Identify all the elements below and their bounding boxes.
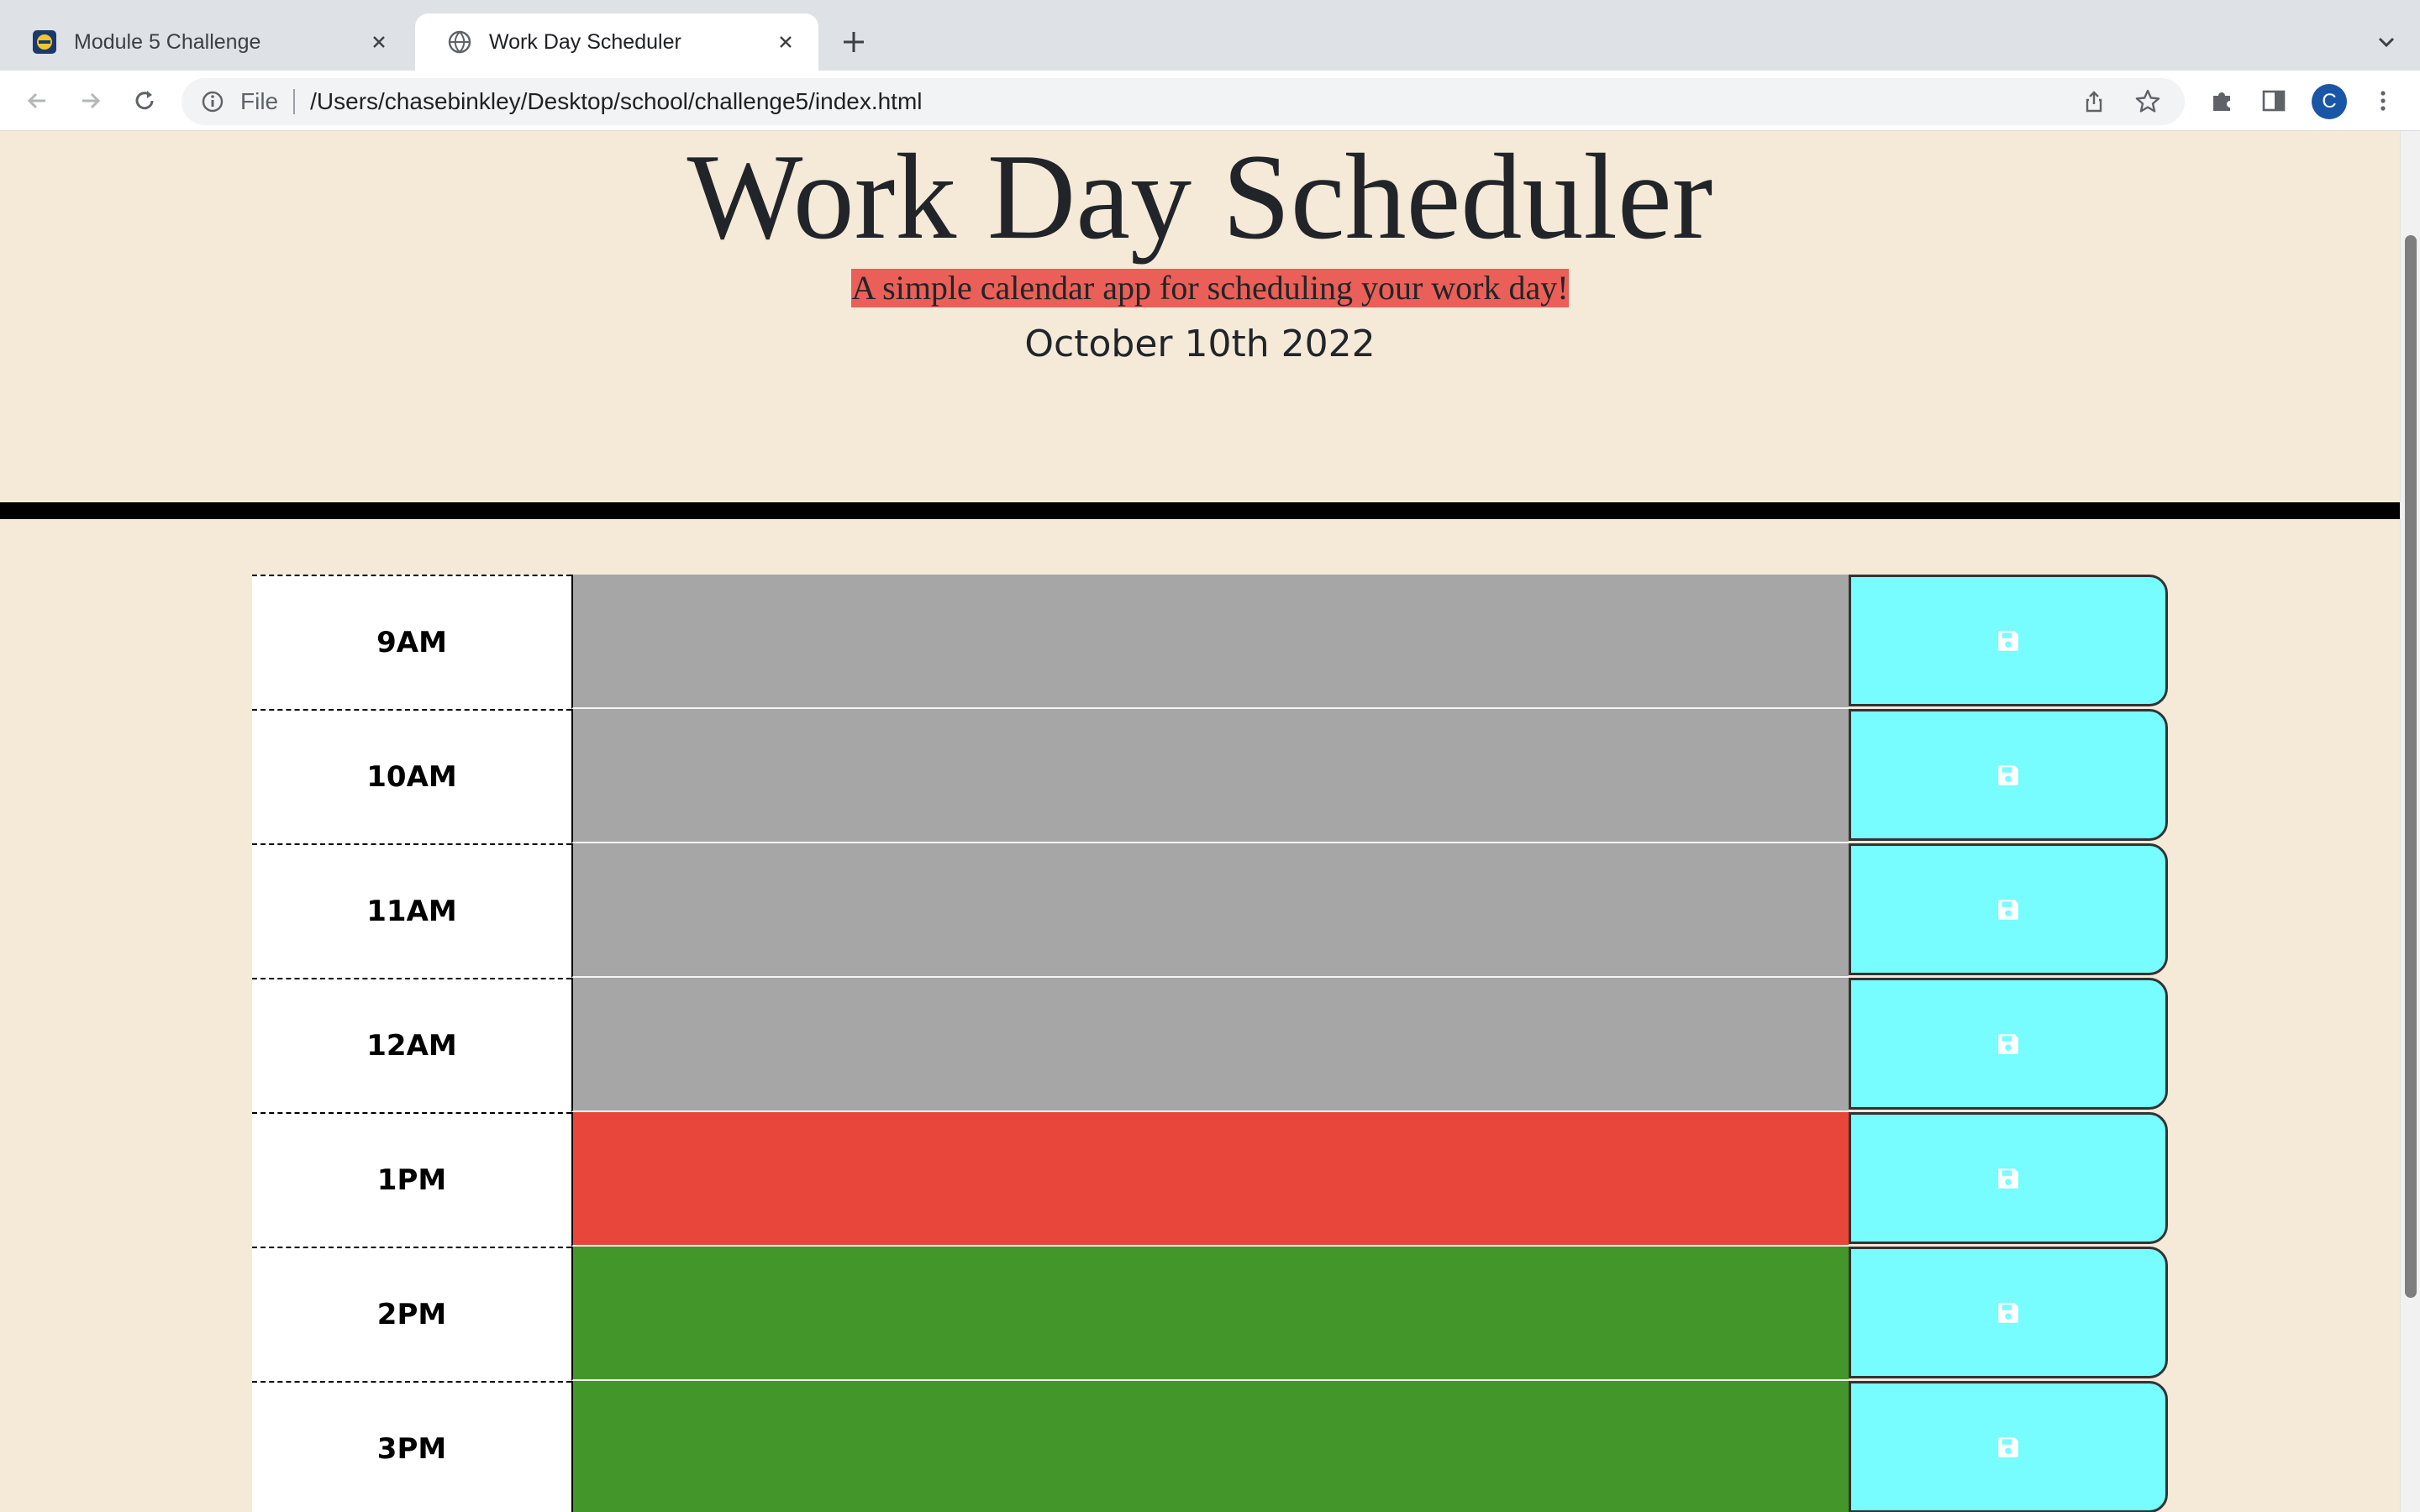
time-block-row: 11AM — [252, 843, 2168, 978]
forward-arrow-icon[interactable] — [74, 84, 108, 118]
event-description-input[interactable] — [571, 709, 1849, 843]
page-title: Work Day Scheduler — [687, 131, 1713, 265]
floppy-disk-icon — [1998, 1033, 2018, 1054]
side-panel-icon[interactable] — [2257, 84, 2291, 118]
save-button[interactable] — [1849, 843, 2168, 975]
tab-work-day-scheduler[interactable]: Work Day Scheduler — [415, 13, 818, 71]
hour-label: 2PM — [252, 1247, 571, 1381]
address-scheme-label: File — [240, 88, 279, 114]
event-description-input[interactable] — [571, 575, 1849, 709]
reload-icon[interactable] — [128, 84, 161, 118]
floppy-disk-icon — [1998, 899, 2018, 920]
time-block-row: 10AM — [252, 709, 2168, 843]
event-description-input[interactable] — [571, 843, 1849, 978]
save-button[interactable] — [1849, 978, 2168, 1110]
event-description-input[interactable] — [571, 1381, 1849, 1512]
event-description-input[interactable] — [571, 1247, 1849, 1381]
new-tab-plus-icon[interactable] — [837, 25, 871, 59]
time-block-row: 1PM — [252, 1112, 2168, 1247]
tab-module-5-challenge[interactable]: Module 5 Challenge — [0, 13, 412, 71]
hour-label: 10AM — [252, 709, 571, 843]
time-block-row: 3PM — [252, 1381, 2168, 1512]
browser-tab-strip: Module 5 Challenge Work Day Scheduler — [0, 0, 2420, 71]
save-button[interactable] — [1849, 575, 2168, 706]
address-separator — [293, 89, 296, 114]
floppy-disk-icon — [1998, 1302, 2018, 1323]
address-url[interactable]: /Users/chasebinkley/Desktop/school/chall… — [310, 88, 2077, 115]
share-icon[interactable] — [2077, 85, 2111, 118]
extensions-puzzle-icon[interactable] — [2205, 84, 2238, 118]
save-button[interactable] — [1849, 709, 2168, 841]
back-arrow-icon[interactable] — [20, 84, 54, 118]
browser-menu-kebab-icon[interactable] — [2366, 84, 2400, 118]
globe-icon — [448, 30, 471, 54]
hour-label: 11AM — [252, 843, 571, 978]
time-block-row: 2PM — [252, 1247, 2168, 1381]
page-scrollbar[interactable] — [2400, 131, 2420, 1512]
tab-title: Work Day Scheduler — [489, 29, 681, 54]
profile-avatar[interactable]: C — [2312, 84, 2347, 119]
close-tab-icon[interactable] — [366, 29, 392, 55]
page-lead: A simple calendar app for scheduling you… — [851, 269, 1569, 307]
schedule-container: 9AM 10AM 11AM 12AM 1PM 2PM 3PM — [252, 575, 2168, 1512]
floppy-disk-icon — [1998, 1436, 2018, 1457]
scrollbar-thumb[interactable] — [2405, 235, 2417, 1298]
bookmark-star-icon[interactable] — [2131, 85, 2165, 118]
hour-label: 12AM — [252, 978, 571, 1112]
time-block-row: 9AM — [252, 575, 2168, 709]
time-block-row: 12AM — [252, 978, 2168, 1112]
tab-title: Module 5 Challenge — [74, 29, 261, 54]
page-header: Work Day Scheduler A simple calendar app… — [0, 131, 2400, 504]
current-day: October 10th 2022 — [1024, 323, 1376, 365]
close-tab-icon[interactable] — [773, 29, 798, 55]
floppy-disk-icon — [1998, 1168, 2018, 1189]
header-divider — [0, 502, 2400, 519]
browser-toolbar: File /Users/chasebinkley/Desktop/school/… — [0, 71, 2420, 131]
page-viewport: Work Day Scheduler A simple calendar app… — [0, 131, 2400, 1512]
hour-label: 3PM — [252, 1381, 571, 1512]
hour-label: 9AM — [252, 575, 571, 709]
save-button[interactable] — [1849, 1247, 2168, 1378]
floppy-disk-icon — [1998, 630, 2018, 651]
address-bar[interactable]: File /Users/chasebinkley/Desktop/school/… — [182, 78, 2185, 125]
hour-label: 1PM — [252, 1112, 571, 1247]
site-favicon-icon — [33, 30, 56, 54]
tab-search-chevron-down-icon[interactable] — [2370, 25, 2403, 59]
site-info-icon[interactable] — [200, 88, 227, 115]
event-description-input[interactable] — [571, 978, 1849, 1112]
save-button[interactable] — [1849, 1112, 2168, 1244]
floppy-disk-icon — [1998, 764, 2018, 785]
save-button[interactable] — [1849, 1381, 2168, 1512]
event-description-input[interactable] — [571, 1112, 1849, 1247]
